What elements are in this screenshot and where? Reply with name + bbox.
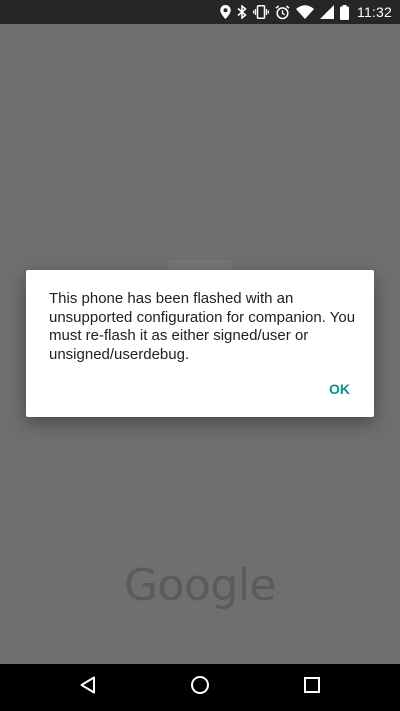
google-logo: Google <box>123 560 277 611</box>
battery-icon <box>340 4 349 20</box>
wifi-icon <box>296 5 314 19</box>
home-icon <box>190 675 210 700</box>
back-button[interactable] <box>58 664 118 711</box>
home-button[interactable] <box>170 664 230 711</box>
error-dialog: This phone has been flashed with an unsu… <box>26 270 374 417</box>
back-icon <box>79 676 97 699</box>
location-icon <box>220 5 231 19</box>
dialog-message: This phone has been flashed with an unsu… <box>49 290 356 363</box>
vibrate-icon <box>253 5 269 19</box>
recents-button[interactable] <box>282 664 342 711</box>
ok-button[interactable]: OK <box>329 381 350 397</box>
signal-icon <box>320 5 334 19</box>
status-clock: 11:32 <box>357 4 392 20</box>
alarm-icon <box>275 4 290 20</box>
bluetooth-icon <box>237 5 247 19</box>
recents-icon <box>304 677 320 698</box>
navigation-bar <box>0 664 400 711</box>
status-bar: 11:32 <box>0 0 400 24</box>
